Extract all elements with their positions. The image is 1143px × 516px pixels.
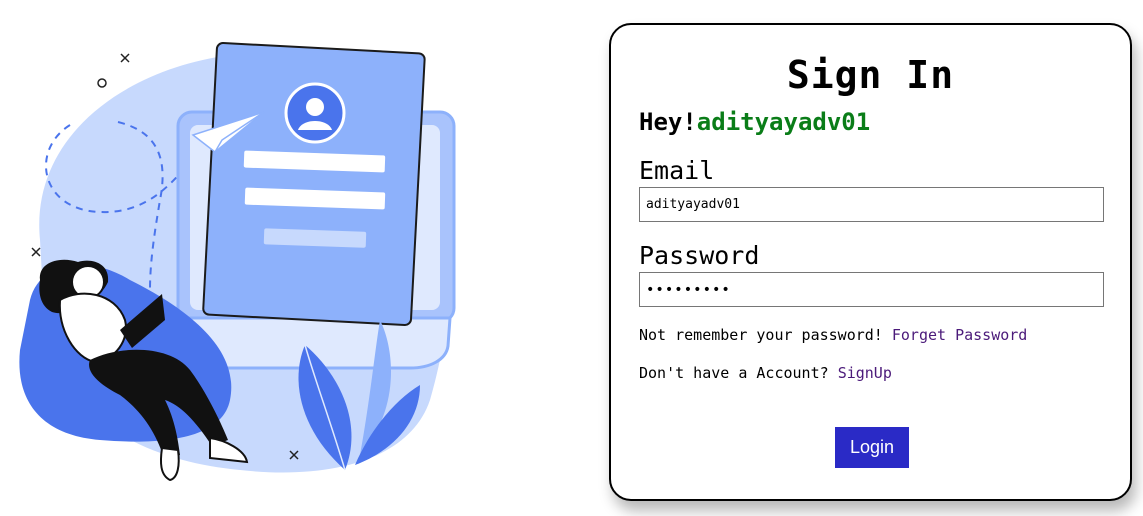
signup-prompt: Don't have a Account?	[639, 364, 829, 382]
greeting-username: adityayadv01	[696, 108, 871, 136]
forget-password-link[interactable]: Forget Password	[892, 326, 1027, 344]
login-illustration	[19, 42, 456, 482]
email-field[interactable]	[639, 187, 1104, 222]
signup-link[interactable]: SignUp	[838, 364, 892, 382]
greeting-prefix: Hey!	[639, 108, 697, 136]
forget-password-line: Not remember your password! Forget Passw…	[639, 325, 1027, 345]
user-avatar-icon	[284, 82, 346, 144]
email-label: Email	[639, 156, 715, 185]
password-field[interactable]	[639, 272, 1104, 307]
login-button[interactable]: Login	[835, 427, 909, 468]
greeting: Hey!adityayadv01	[639, 105, 870, 139]
password-label: Password	[639, 241, 760, 270]
forget-password-prompt: Not remember your password!	[639, 326, 883, 344]
signup-line: Don't have a Account? SignUp	[639, 363, 892, 383]
signin-card: Sign In Hey!adityayadv01 Email Password …	[609, 23, 1132, 501]
page-title: Sign In	[786, 53, 955, 97]
